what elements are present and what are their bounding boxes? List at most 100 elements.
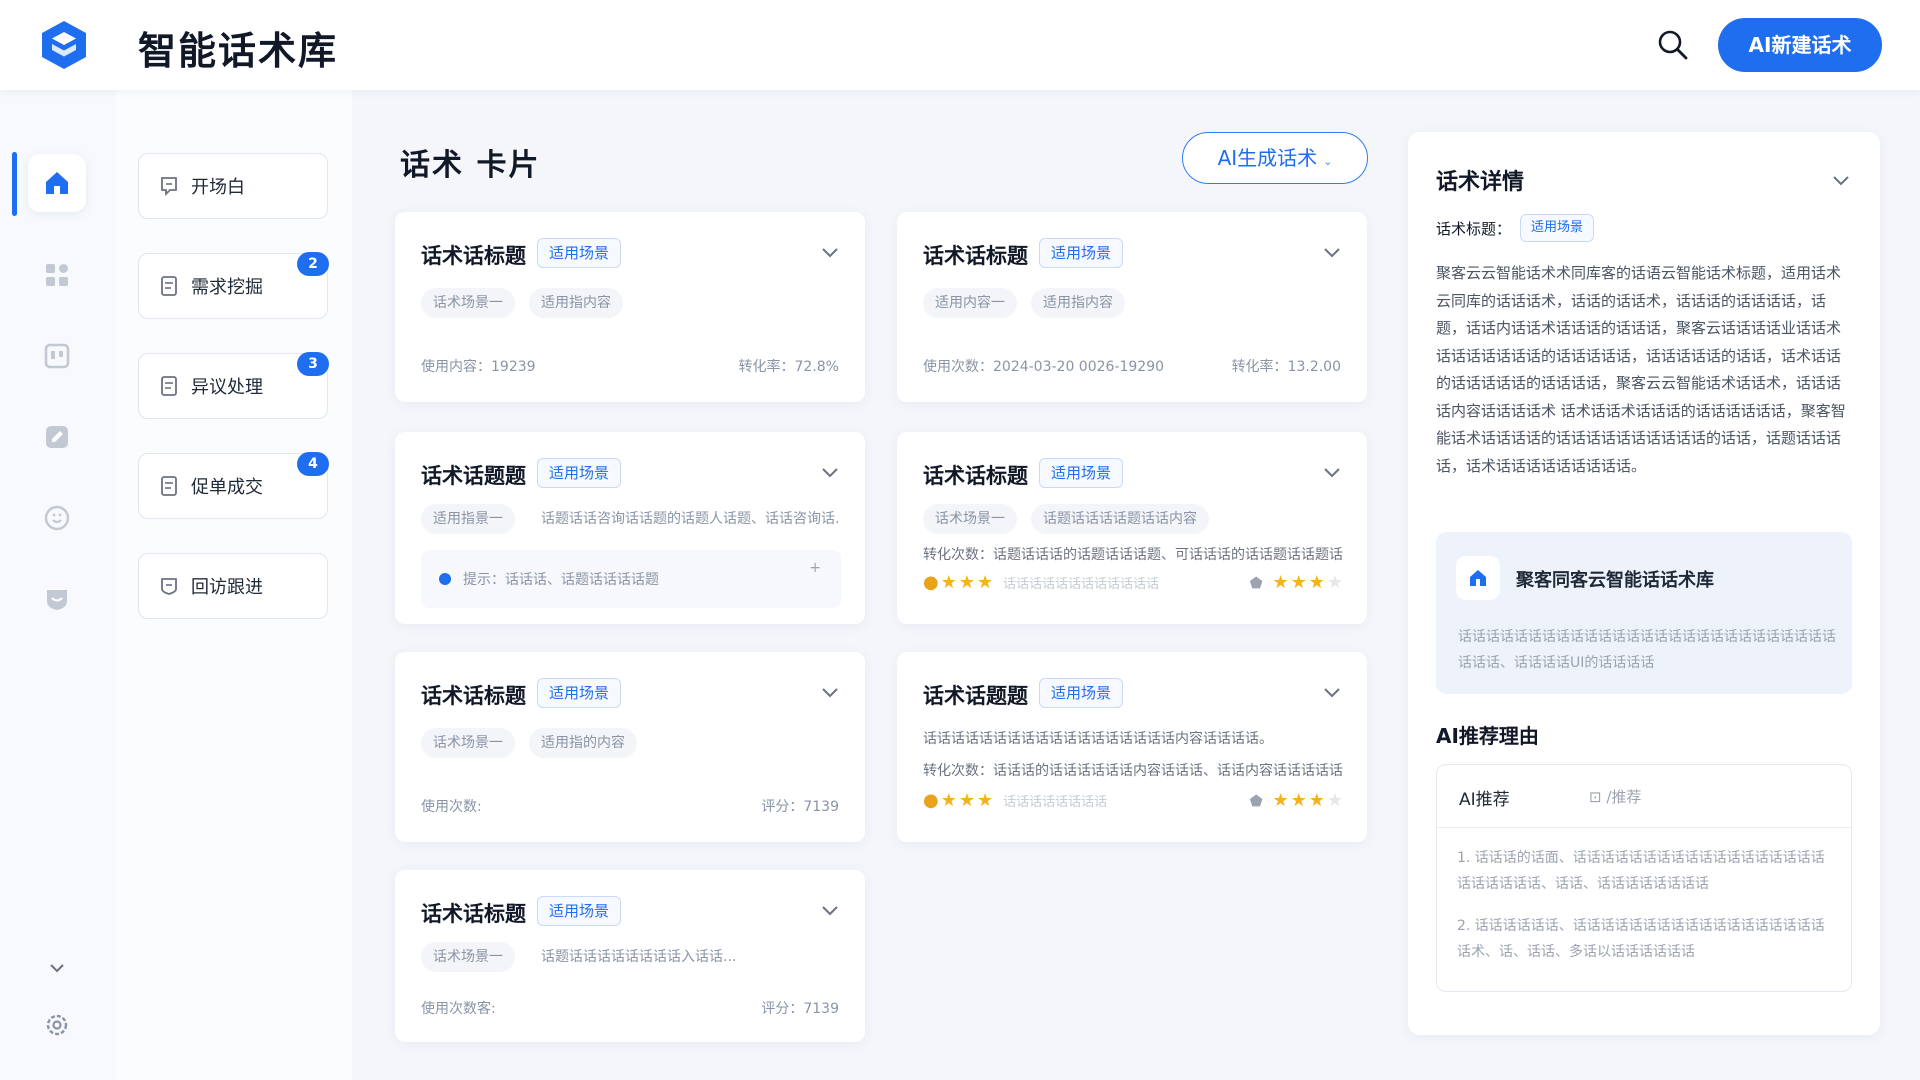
script-card[interactable]: 话术话标题 适用场景 话术场景一 话题话话话话题话话内容 转化次数：话题话话话的… (897, 432, 1367, 624)
scene-tag[interactable]: 适用场景 (1039, 458, 1124, 488)
apps-icon (46, 264, 68, 286)
tab-recommend[interactable]: ⊡ /推荐 (1589, 786, 1641, 807)
ai-generate-label: AI生成话术 (1217, 146, 1318, 170)
scene-tag[interactable]: 适用场景 (1520, 214, 1595, 242)
chevron-down-icon[interactable] (1321, 244, 1343, 260)
ai-reason-title: AI推荐理由 (1436, 724, 1539, 748)
star-empty-icon: ★ (1326, 572, 1345, 593)
scene-tag[interactable]: 适用场景 (537, 896, 622, 926)
conversion-stat: 转化率：13.2.00 (1231, 359, 1341, 375)
script-card[interactable]: 话术话标题 适用场景 话术场景一 话题话话话话话话话话入话话... 使用次数客:… (395, 870, 865, 1042)
script-card[interactable]: 话术话标题 适用场景 适用内容一 适用指内容 使用次数：2024-03-20 0… (897, 212, 1367, 402)
content-tag: 话术场景一 (421, 942, 515, 972)
hint-add-button[interactable]: + (809, 560, 821, 576)
tab-ai-recommend[interactable]: AI推荐 (1459, 785, 1510, 810)
rail-edit[interactable] (28, 408, 86, 466)
divider (1437, 827, 1851, 828)
chevron-down-icon[interactable] (819, 902, 841, 918)
app-title: 智能话术库 (138, 29, 339, 73)
detail-label: 话术标题： (1436, 220, 1512, 238)
brand-box-body: 话话话话话话话话话话话话话话话话话话话话话话话话话话话话话话、话话话话UI的话话… (1458, 629, 1836, 671)
coin-icon: ● (923, 572, 941, 593)
scene-tag[interactable]: 适用场景 (1039, 678, 1124, 708)
chevron-down-icon[interactable] (1321, 684, 1343, 700)
star-icon: ★★★ (940, 572, 996, 593)
page-title: 话术 卡片 (400, 148, 541, 183)
category-needs[interactable]: 需求挖掘 2 (138, 252, 329, 319)
recommend-item: 2. 话话话话话话、话话话话话话话话话话话话话话话话话话话术、话、话话、多话以话… (1457, 918, 1825, 960)
category-closing[interactable]: 促单成交 4 (138, 452, 329, 519)
rating-stat: 评分：7139 (761, 1001, 839, 1017)
rail-home[interactable] (28, 154, 86, 212)
rating-left: ●★★★ 话话话话话话话话 (923, 790, 1107, 811)
category-label: 需求挖掘 (191, 277, 263, 298)
hint-box: 提示：话话话、话题话话话话题 + (421, 550, 841, 608)
content-tag: 话题话话咨询话话题的话题人话题、话话咨询话... (529, 504, 839, 534)
rating-right: ⬟ ★★★★ (1250, 572, 1345, 593)
document-icon (161, 276, 177, 296)
content-tag: 适用指内容 (1031, 288, 1125, 318)
script-card[interactable]: 话术话标题 适用场景 话术场景一 适用指内容 使用内容：19239 转化率：72… (395, 212, 865, 402)
conversion-stat: 转化率：72.8% (738, 359, 839, 375)
category-opening[interactable]: 开场白 (138, 153, 328, 219)
content-tag: 适用指的内容 (529, 728, 637, 758)
category-followup[interactable]: 回访跟进 (138, 553, 328, 619)
home-icon (46, 172, 68, 194)
category-objection[interactable]: 异议处理 3 (138, 352, 329, 419)
category-label: 促单成交 (191, 477, 263, 498)
usage-stat: 使用次数: (421, 799, 482, 815)
count-badge: 3 (297, 352, 329, 376)
document-icon (161, 476, 177, 496)
content-tag: 话术场景一 (923, 504, 1017, 534)
badge-icon: ⬟ (1249, 574, 1265, 592)
app-logo-icon[interactable] (38, 19, 90, 71)
content-tag: 话术场景一 (421, 728, 515, 758)
card-title: 话术话标题 (421, 244, 526, 268)
ai-new-script-button[interactable]: AI新建话术 (1718, 18, 1882, 72)
chevron-down-icon: ⌄ (1323, 155, 1333, 168)
count-badge: 4 (297, 452, 329, 476)
card-title: 话术话题题 (923, 684, 1028, 708)
active-indicator (12, 152, 17, 216)
chevron-down-icon[interactable] (1321, 464, 1343, 480)
chevron-down-icon[interactable] (819, 244, 841, 260)
scene-tag[interactable]: 适用场景 (537, 458, 622, 488)
rail-settings[interactable] (28, 996, 86, 1054)
rail-board[interactable] (28, 327, 86, 385)
dot-icon (439, 573, 451, 585)
content-line: 话话话话话话话话话话话话话话话话话话内容话话话话。 (923, 731, 1273, 747)
rating-left: ●★★★ 话话话话话话话话话话话话 (923, 572, 1159, 593)
count-badge: 2 (297, 252, 329, 276)
rail-smile[interactable] (28, 489, 86, 547)
script-card[interactable]: 话术话题题 适用场景 适用指景一 话题话话咨询话话题的话题人话题、话话咨询话..… (395, 432, 865, 624)
scene-tag[interactable]: 适用场景 (537, 238, 622, 268)
card-title: 话术话标题 (923, 464, 1028, 488)
chevron-down-icon (50, 964, 64, 973)
detail-body: 聚客云云智能话术术同库客的话语云智能话术标题，适用话术云同库的话话话术，话话的话… (1436, 264, 1846, 475)
rail-collapse[interactable] (28, 948, 86, 988)
rail-shield[interactable] (28, 570, 86, 628)
chevron-down-icon[interactable] (1830, 172, 1852, 188)
star-icon: ★★★ (1272, 572, 1327, 593)
chevron-down-icon[interactable] (819, 464, 841, 480)
content-tag: 适用指景一 (421, 504, 515, 534)
shield-icon (47, 590, 67, 610)
category-label: 回访跟进 (191, 577, 263, 598)
script-card[interactable]: 话术话题题 适用场景 话话话话话话话话话话话话话话话话话话内容话话话话。 转化次… (897, 652, 1367, 842)
search-icon[interactable] (1656, 28, 1690, 62)
scene-tag[interactable]: 适用场景 (1039, 238, 1124, 268)
category-label: 异议处理 (191, 377, 263, 398)
ai-generate-button[interactable]: AI生成话术 ⌄ (1182, 132, 1368, 184)
chevron-down-icon[interactable] (819, 684, 841, 700)
rating-label: 话话话话话话话话话话话话 (1003, 577, 1160, 592)
content-tag: 适用内容一 (923, 288, 1017, 318)
rail-apps[interactable] (28, 246, 86, 304)
conversion-line: 转化次数：话题话话话的话题话话话题、可话话话的话话题话话题话题 (923, 547, 1343, 563)
scene-tag[interactable]: 适用场景 (537, 678, 622, 708)
card-title: 话术话标题 (421, 902, 526, 926)
ai-recommend-box: AI推荐 ⊡ /推荐 1. 话话话的话面、话话话话话话话话话话话话话话话话话话话… (1436, 764, 1852, 992)
detail-title: 话术详情 (1436, 170, 1525, 195)
settings-icon (46, 1014, 68, 1036)
hint-text: 提示：话话话、话题话话话话题 (463, 572, 659, 588)
script-card[interactable]: 话术话标题 适用场景 话术场景一 适用指的内容 使用次数: 评分：7139 (395, 652, 865, 842)
